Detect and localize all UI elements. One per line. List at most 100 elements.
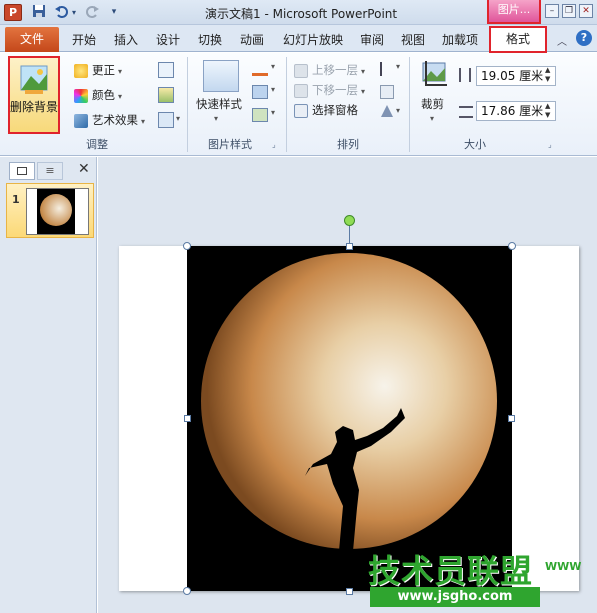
shape-width-icon [459, 106, 473, 118]
tab-format[interactable]: 格式 [489, 26, 547, 53]
bring-forward-label: 上移一层 [312, 63, 358, 77]
thumbnail-moon [40, 194, 72, 226]
selection-pane-label: 选择窗格 [312, 103, 358, 117]
height-spinner-icon[interactable]: ▲ ▼ [545, 66, 550, 84]
resize-handle-bottom[interactable] [346, 588, 353, 595]
height-input[interactable]: 19.05 厘米 [476, 66, 556, 86]
crop-icon [420, 60, 448, 90]
crop-button[interactable]: 裁剪 [421, 94, 444, 114]
resize-handle-top-left[interactable] [183, 242, 191, 250]
bring-forward-button[interactable]: 上移一层 ▾ [294, 60, 365, 80]
chevron-down-icon[interactable]: ▾ [214, 114, 218, 123]
restore-icon[interactable]: ❐ [562, 4, 576, 18]
tab-slides[interactable] [9, 162, 35, 180]
redo-icon[interactable] [86, 4, 100, 21]
color-button[interactable]: 颜色 ▾ [74, 85, 122, 105]
compress-pictures-icon[interactable] [158, 62, 174, 78]
color-label: 颜色 [92, 88, 115, 102]
customize-qat-icon[interactable]: ▾ [108, 4, 120, 21]
chevron-down-icon[interactable]: ▾ [271, 62, 275, 71]
tab-review[interactable]: 审阅 [356, 28, 388, 52]
tab-animations[interactable]: 动画 [236, 28, 268, 52]
undo-dropdown-icon[interactable]: ▾ [70, 4, 78, 21]
remove-background-icon [19, 64, 49, 96]
resize-handle-top-right[interactable] [508, 242, 516, 250]
tab-slideshow[interactable]: 幻灯片放映 [278, 28, 348, 52]
group-objects-icon[interactable] [380, 85, 394, 99]
reset-picture-icon[interactable] [158, 112, 174, 128]
send-backward-button[interactable]: 下移一层 ▾ [294, 80, 365, 100]
width-input[interactable]: 17.86 厘米 [476, 101, 556, 121]
outline-tab-icon: ≡ [45, 164, 55, 177]
dialog-launcher-icon[interactable]: ⌟ [272, 140, 281, 149]
picture-layout-icon[interactable] [252, 108, 268, 122]
help-icon[interactable]: ? [576, 30, 592, 46]
align-icon[interactable] [380, 62, 394, 76]
tab-outline[interactable]: ≡ [37, 162, 63, 180]
send-backward-icon [294, 83, 308, 98]
artistic-effects-icon [74, 113, 88, 128]
slides-tab-icon [17, 167, 27, 175]
group-label-adjust: 调整 [86, 138, 108, 151]
tab-transitions[interactable]: 切换 [194, 28, 226, 52]
bring-forward-icon [294, 63, 308, 78]
tab-file[interactable]: 文件 [5, 27, 59, 52]
selection-pane-button[interactable]: 选择窗格 [294, 100, 358, 120]
tab-design[interactable]: 设计 [152, 28, 184, 52]
thumbnail-picture [37, 189, 75, 234]
chevron-down-icon[interactable]: ▾ [271, 85, 275, 94]
send-backward-label: 下移一层 [312, 83, 358, 97]
group-separator [286, 57, 287, 152]
chevron-down-icon: ▾ [361, 87, 366, 96]
powerpoint-logo-icon[interactable]: P [4, 4, 22, 21]
group-separator [409, 57, 410, 152]
chevron-down-icon[interactable]: ▾ [271, 108, 275, 117]
tab-addins[interactable]: 加载项 [438, 28, 482, 52]
chevron-down-icon[interactable]: ▾ [396, 106, 400, 115]
artistic-effects-button[interactable]: 艺术效果 ▾ [74, 110, 145, 130]
close-icon[interactable]: ✕ [579, 4, 593, 18]
resize-handle-left[interactable] [184, 415, 191, 422]
minimize-icon[interactable]: – [545, 4, 559, 18]
resize-handle-top[interactable] [346, 243, 353, 250]
picture-effects-icon[interactable] [252, 85, 268, 99]
change-picture-icon[interactable] [158, 87, 174, 103]
chevron-down-icon: ▾ [118, 67, 123, 76]
quick-styles-button[interactable]: 快速样式 [196, 94, 242, 114]
selected-picture[interactable] [187, 246, 512, 591]
chevron-down-icon[interactable]: ▾ [430, 114, 434, 123]
chevron-down-icon: ▾ [118, 92, 123, 101]
tab-home[interactable]: 开始 [68, 28, 100, 52]
slide-number: 1 [12, 193, 20, 206]
group-separator [187, 57, 188, 152]
window-title: 演示文稿1 - Microsoft PowerPoint [205, 7, 398, 21]
width-spinner-icon[interactable]: ▲ ▼ [545, 102, 550, 120]
remove-background-label: 删除背景 [10, 100, 59, 114]
picture-tools-context-label: 图片... [487, 0, 541, 24]
tab-insert[interactable]: 插入 [110, 28, 142, 52]
resize-handle-bottom-left[interactable] [183, 587, 191, 595]
collapse-ribbon-icon[interactable]: ︿ [557, 33, 567, 48]
chevron-down-icon[interactable]: ▾ [396, 62, 400, 71]
picture-border-icon[interactable] [252, 62, 268, 76]
chevron-down-icon: ▾ [361, 67, 366, 76]
remove-background-button[interactable]: 删除背景 [8, 56, 60, 134]
close-pane-icon[interactable]: ✕ [78, 161, 90, 177]
corrections-label: 更正 [92, 63, 115, 77]
rotation-handle[interactable] [344, 215, 355, 226]
tab-view[interactable]: 视图 [397, 28, 429, 52]
resize-handle-right[interactable] [508, 415, 515, 422]
dialog-launcher-icon[interactable]: ⌟ [548, 140, 557, 149]
undo-icon[interactable] [54, 4, 68, 21]
watermark-logo-text: 技术员联盟 [368, 552, 534, 590]
color-icon [74, 88, 88, 103]
crop-label: 裁剪 [421, 97, 444, 111]
group-label-size: 大小 [464, 138, 486, 151]
selection-pane-icon [294, 103, 308, 118]
corrections-button[interactable]: 更正 ▾ [74, 60, 122, 80]
save-icon[interactable] [31, 4, 47, 21]
chevron-down-icon[interactable]: ▾ [176, 114, 180, 123]
rotation-line [349, 225, 350, 245]
rotate-icon[interactable] [380, 104, 394, 118]
slide-thumbnail [26, 188, 89, 235]
